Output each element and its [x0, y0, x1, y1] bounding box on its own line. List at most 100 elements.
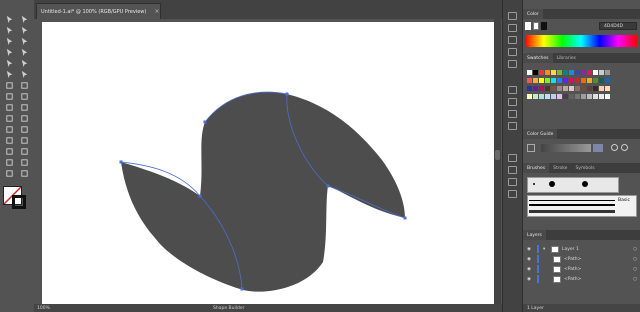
anchor-point[interactable] [203, 120, 207, 124]
layer-name[interactable]: Layer 1 [562, 247, 579, 252]
color-swatch[interactable] [563, 78, 568, 83]
brush-samples[interactable] [527, 177, 619, 193]
tab-color[interactable]: Color [523, 9, 543, 19]
color-guide-base[interactable] [527, 144, 535, 152]
anchor-point[interactable] [198, 194, 202, 198]
artwork-canvas[interactable] [0, 0, 502, 304]
eye-icon[interactable]: ◉ [527, 247, 537, 252]
eye-icon[interactable]: ◉ [527, 267, 537, 272]
swatch-grid[interactable] [523, 66, 640, 126]
color-swatch[interactable] [569, 70, 574, 75]
color-swatch[interactable] [551, 78, 556, 83]
current-tool-label[interactable]: Shape Builder [213, 306, 244, 311]
anchor-point[interactable] [240, 287, 244, 291]
color-swatch[interactable] [551, 94, 556, 99]
eye-icon[interactable]: ◉ [527, 257, 537, 262]
path-name[interactable]: <Path> [564, 267, 581, 272]
color-swatch[interactable] [569, 86, 574, 91]
eye-icon[interactable]: ◉ [527, 277, 537, 282]
target-icon[interactable]: ○ [633, 267, 637, 272]
target-icon[interactable]: ○ [633, 257, 637, 262]
color-swatch[interactable] [581, 78, 586, 83]
sublayer-row[interactable]: ◉ <Path> ○ [523, 254, 640, 264]
color-swatch[interactable] [581, 94, 586, 99]
color-swatch[interactable] [599, 78, 604, 83]
tab-brushes[interactable]: Brushes [523, 163, 550, 173]
align-icon[interactable] [508, 122, 517, 130]
color-swatch[interactable] [557, 70, 562, 75]
sublayer-row[interactable]: ◉ <Path> ○ [523, 274, 640, 284]
brush-dot-small[interactable] [533, 183, 535, 185]
graphic-styles-icon[interactable] [508, 60, 517, 68]
color-swatch[interactable] [563, 86, 568, 91]
brush-dot-large[interactable] [582, 181, 588, 187]
layer-row[interactable]: ◉ ▾ Layer 1 ○ [523, 244, 640, 254]
color-swatch[interactable] [545, 70, 550, 75]
color-swatch[interactable] [587, 94, 592, 99]
path-name[interactable]: <Path> [564, 277, 581, 282]
fill-swatch-black[interactable] [541, 22, 547, 30]
combined-dark-shape[interactable] [121, 92, 405, 292]
color-swatch[interactable] [593, 78, 598, 83]
sublayer-row[interactable]: ◉ <Path> ○ [523, 264, 640, 274]
tab-layers[interactable]: Layers [523, 230, 546, 240]
chevron-down-icon[interactable]: ▾ [543, 247, 551, 252]
color-swatch[interactable] [539, 78, 544, 83]
color-swatch[interactable] [599, 70, 604, 75]
color-guide-harmony[interactable] [541, 144, 591, 152]
color-swatch[interactable] [545, 94, 550, 99]
tab-libraries[interactable]: Libraries [553, 56, 580, 61]
color-swatch[interactable] [587, 70, 592, 75]
color-swatch[interactable] [605, 94, 610, 99]
artboards-icon[interactable] [508, 110, 517, 118]
tab-color-guide[interactable]: Color Guide [523, 129, 558, 139]
color-swatch[interactable] [587, 78, 592, 83]
color-swatch[interactable] [569, 78, 574, 83]
color-swatch[interactable] [533, 70, 538, 75]
path-name[interactable]: <Path> [564, 257, 581, 262]
color-swatch[interactable] [557, 86, 562, 91]
tab-swatches[interactable]: Swatches [523, 53, 553, 63]
color-swatch[interactable] [545, 78, 550, 83]
color-swatch[interactable] [593, 94, 598, 99]
color-swatch[interactable] [557, 94, 562, 99]
gradient-panel-icon[interactable] [508, 178, 517, 186]
pathfinder-icon[interactable] [508, 154, 517, 162]
color-swatch[interactable] [563, 70, 568, 75]
color-swatch[interactable] [527, 86, 532, 91]
color-spectrum[interactable] [525, 35, 637, 47]
color-swatch[interactable] [581, 86, 586, 91]
fill-none-swatch[interactable] [525, 22, 531, 30]
color-swatch[interactable] [569, 94, 574, 99]
color-swatch[interactable] [593, 86, 598, 91]
zoom-level[interactable]: 100% [37, 306, 63, 311]
color-swatch[interactable] [575, 94, 580, 99]
color-guide-icon[interactable] [508, 24, 517, 32]
color-swatch[interactable] [545, 86, 550, 91]
color-swatch[interactable] [599, 94, 604, 99]
edit-colors-icon[interactable] [621, 144, 628, 151]
color-swatch[interactable] [605, 78, 610, 83]
layers-panel-icon[interactable] [508, 98, 517, 106]
symbols-icon[interactable] [508, 48, 517, 56]
color-swatch[interactable] [599, 86, 604, 91]
color-swatch[interactable] [563, 94, 568, 99]
stroke-panel-icon[interactable] [508, 190, 517, 198]
color-swatch[interactable] [527, 70, 532, 75]
anchor-point[interactable] [285, 92, 289, 96]
anchor-point[interactable] [403, 216, 407, 220]
color-swatch[interactable] [575, 86, 580, 91]
color-swatch[interactable] [581, 70, 586, 75]
brush-dot-medium[interactable] [549, 181, 555, 187]
hex-input[interactable]: 4D4D4D [599, 22, 637, 30]
color-swatch[interactable] [539, 86, 544, 91]
color-swatch[interactable] [575, 70, 580, 75]
tab-stroke[interactable]: Stroke [549, 166, 571, 171]
appearance-icon[interactable] [508, 86, 517, 94]
transparency-icon[interactable] [508, 166, 517, 174]
fill-swatch-white[interactable] [533, 22, 539, 30]
anchor-point[interactable] [326, 184, 330, 188]
color-swatch[interactable] [605, 70, 610, 75]
color-swatch[interactable] [587, 86, 592, 91]
tab-symbols[interactable]: Symbols [571, 166, 598, 171]
